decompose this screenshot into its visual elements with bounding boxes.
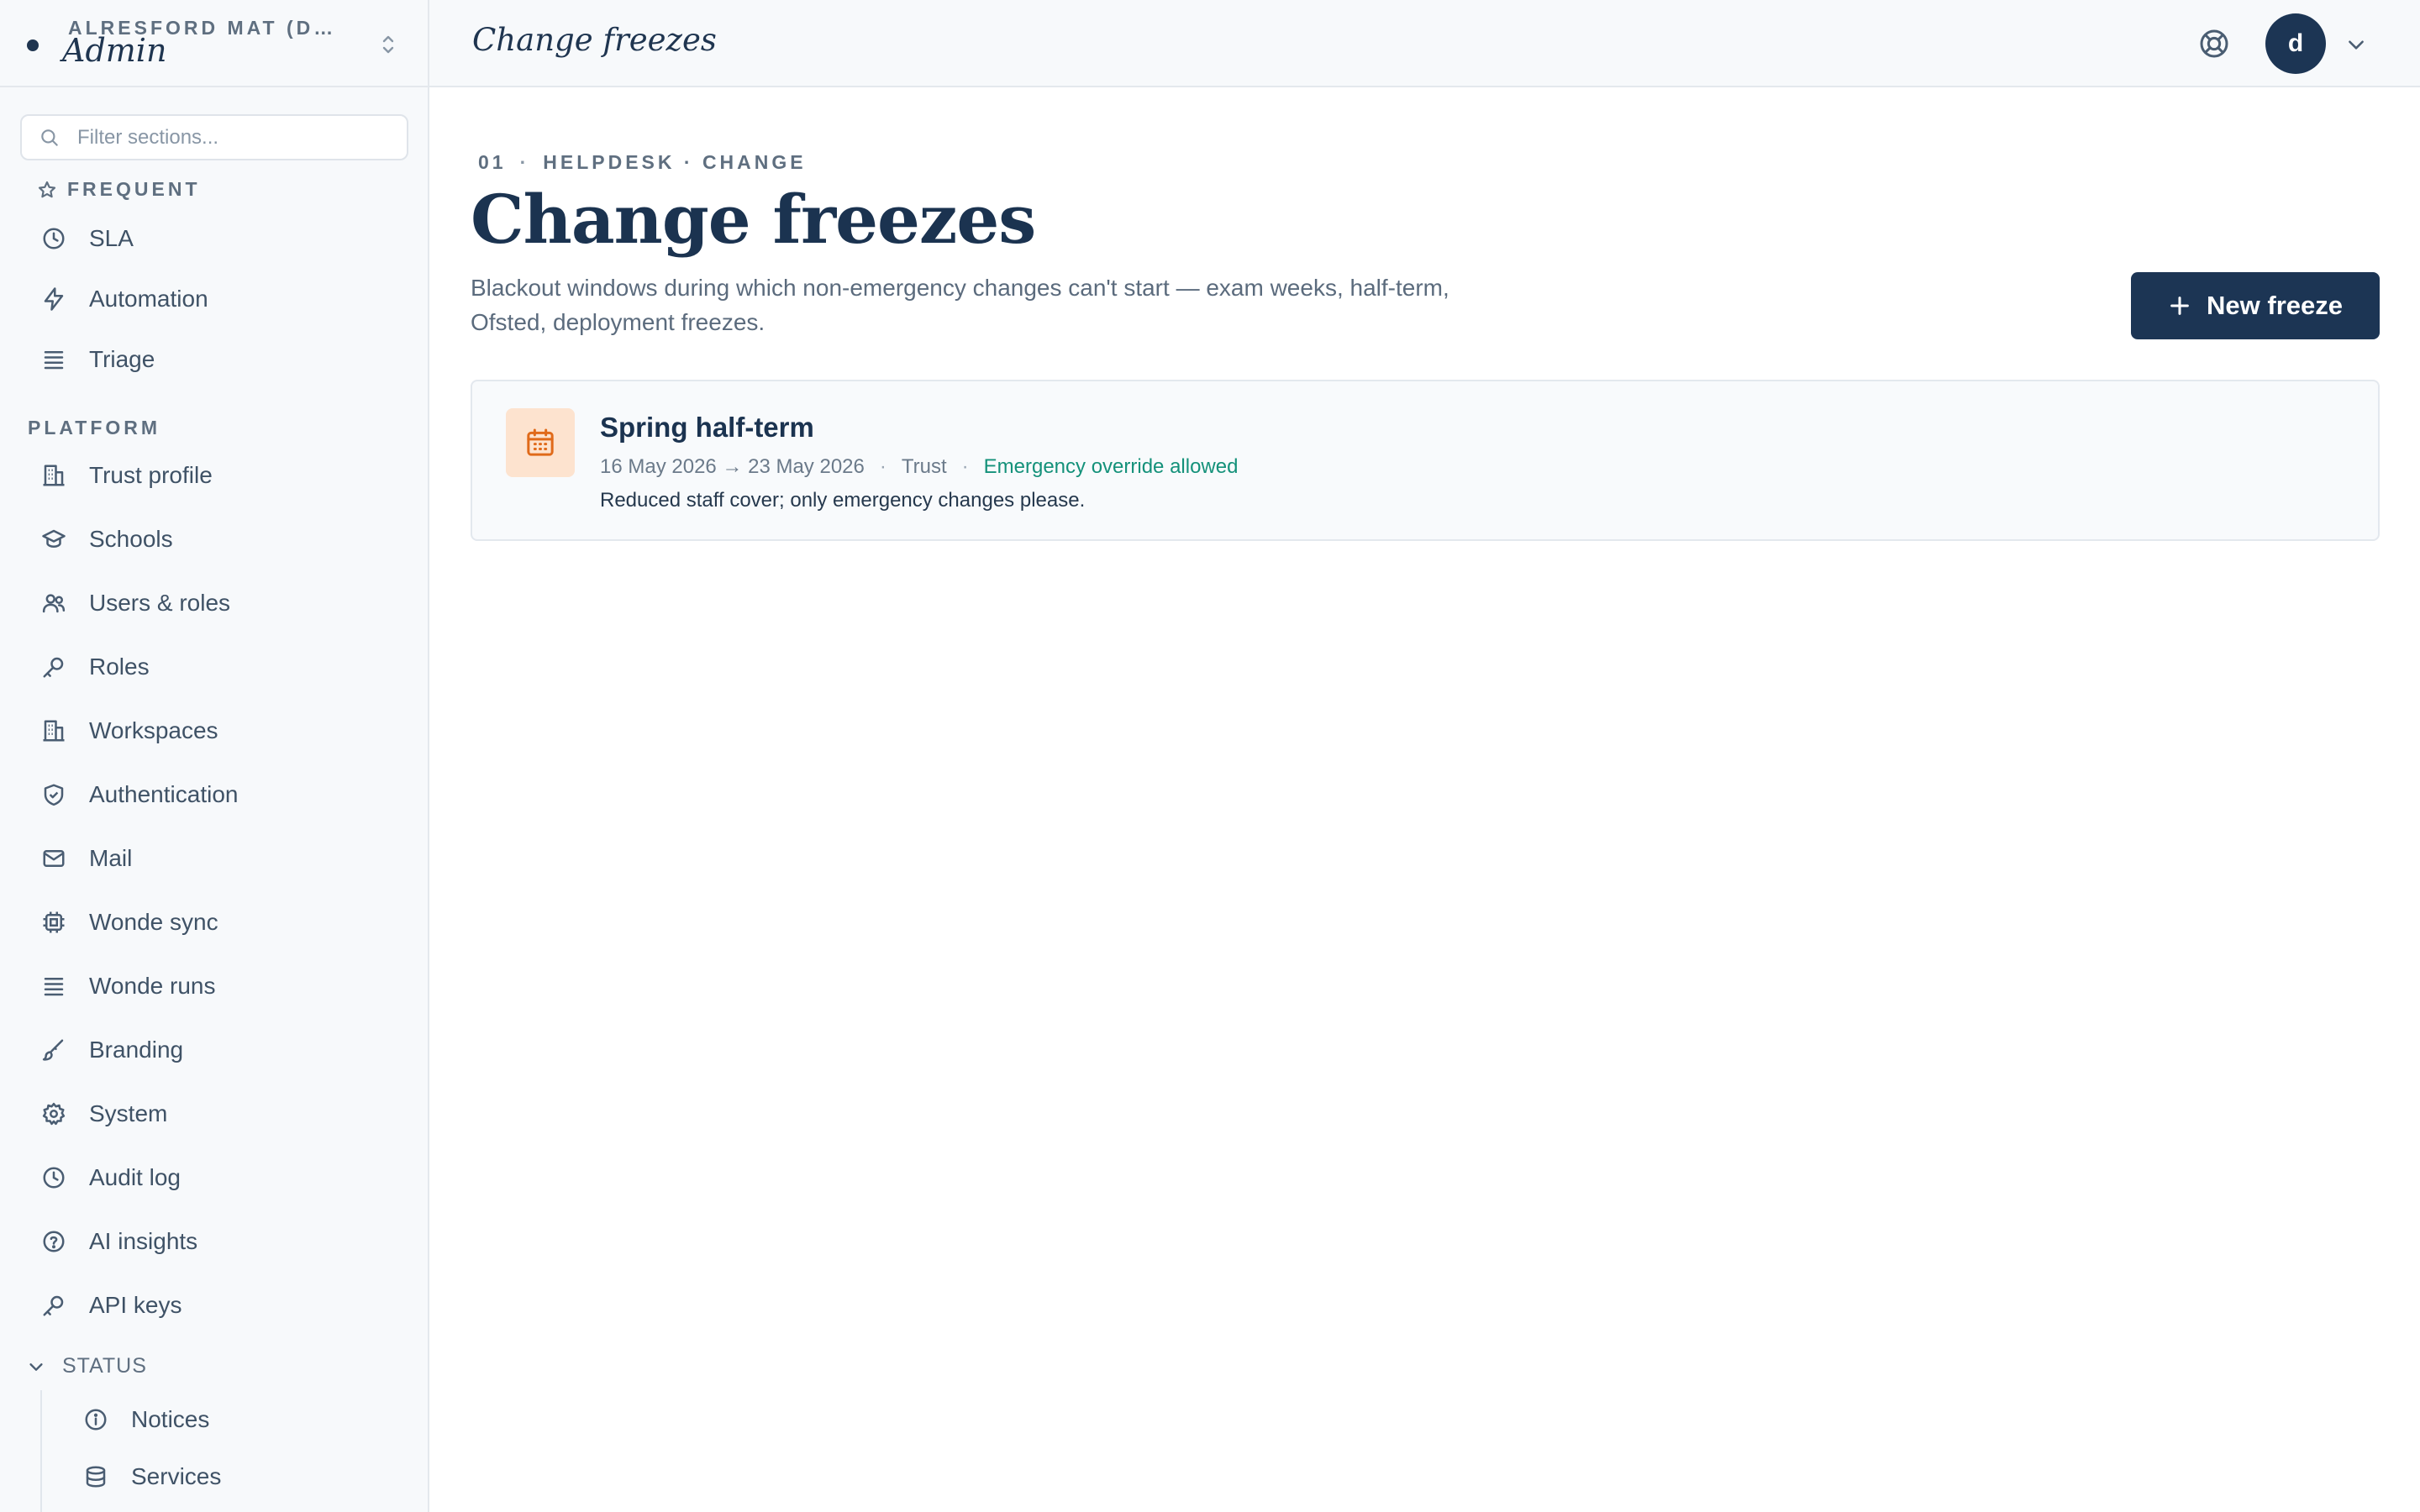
- mail-icon: [39, 843, 69, 874]
- section-frequent: FREQUENT: [37, 178, 201, 201]
- section-status-toggle[interactable]: STATUS: [27, 1354, 147, 1378]
- status-tree-line: [40, 1390, 42, 1512]
- search-icon: [39, 127, 77, 149]
- sidebar-item-label: Workspaces: [89, 717, 218, 743]
- sidebar-item-wonde-sync[interactable]: Wonde sync: [20, 897, 408, 948]
- sidebar-item-ai-insights[interactable]: AI insights: [20, 1216, 408, 1267]
- sidebar-item-triage[interactable]: Triage: [20, 334, 408, 385]
- brush-icon: [39, 1035, 69, 1065]
- section-platform-label: PLATFORM: [28, 417, 161, 438]
- new-freeze-label: New freeze: [2207, 291, 2343, 320]
- new-freeze-button[interactable]: New freeze: [2131, 272, 2380, 339]
- sidebar-item-workspaces[interactable]: Workspaces: [20, 706, 408, 756]
- breadcrumb-path: HELPDESK · CHANGE: [543, 151, 807, 173]
- sidebar-item-label: Authentication: [89, 781, 239, 807]
- filter-sections: [20, 114, 408, 160]
- freeze-override-status: Emergency override allowed: [983, 455, 1239, 478]
- database-icon: [81, 1462, 111, 1492]
- lightning-icon: [39, 284, 69, 314]
- building-icon: [39, 460, 69, 491]
- top-bar: Change freezes d: [429, 0, 2420, 87]
- freeze-meta: 16 May 2026 → 23 May 2026 · Trust · Emergenc…: [600, 455, 1239, 478]
- topbar-title: Change freezes: [472, 22, 717, 58]
- sidebar-item-label: Wonde sync: [89, 909, 218, 935]
- avatar[interactable]: d: [2265, 13, 2326, 74]
- sidebar-item-label: Mail: [89, 845, 133, 871]
- freeze-dates: 16 May 2026 → 23 May 2026: [600, 455, 865, 478]
- layers-icon: [39, 344, 69, 375]
- chip-icon: [39, 907, 69, 937]
- sidebar-item-notices[interactable]: Notices: [62, 1394, 408, 1445]
- plus-icon: [2168, 294, 2207, 318]
- sidebar-item-api-keys[interactable]: API keys: [20, 1280, 408, 1331]
- users-icon: [39, 588, 69, 618]
- gear-icon: [39, 1099, 69, 1129]
- sidebar-item-label: System: [89, 1100, 168, 1126]
- key-icon: [39, 652, 69, 682]
- sidebar-item-label: AI insights: [89, 1228, 198, 1254]
- sidebar-item-roles[interactable]: Roles: [20, 642, 408, 692]
- sidebar-item-label: Triage: [89, 346, 155, 372]
- chevron-down-icon: [27, 1357, 45, 1376]
- breadcrumb: 01 · HELPDESK · CHANGE: [478, 151, 807, 173]
- sidebar: ALRESFORD MAT (DEMO) Admin FREQUENT SLA: [0, 0, 429, 1512]
- sidebar-item-label: Services: [131, 1463, 222, 1489]
- sidebar-item-label: Wonde runs: [89, 973, 216, 999]
- help-circle-icon: [39, 1226, 69, 1257]
- freeze-card[interactable]: Spring half-term 16 May 2026 → 23 May 20…: [471, 380, 2380, 541]
- sidebar-item-schools[interactable]: Schools: [20, 514, 408, 564]
- sidebar-item-label: Notices: [131, 1406, 210, 1432]
- page-title: Change freezes: [471, 180, 1036, 259]
- info-icon: [81, 1404, 111, 1435]
- sidebar-item-wonde-runs[interactable]: Wonde runs: [20, 961, 408, 1011]
- building-icon: [39, 716, 69, 746]
- sidebar-item-label: Users & roles: [89, 590, 231, 616]
- star-icon: [37, 180, 57, 200]
- sidebar-item-audit-log[interactable]: Audit log: [20, 1152, 408, 1203]
- sidebar-item-sla[interactable]: SLA: [20, 213, 408, 264]
- clock-icon: [39, 223, 69, 254]
- sidebar-item-branding[interactable]: Branding: [20, 1025, 408, 1075]
- workspace-name: Admin: [62, 32, 167, 69]
- lifebuoy-icon[interactable]: [2197, 27, 2231, 60]
- sidebar-item-label: SLA: [89, 225, 134, 251]
- section-platform: PLATFORM: [28, 417, 160, 439]
- filter-sections-input[interactable]: [77, 125, 397, 150]
- section-number: 01: [478, 151, 507, 173]
- calendar-icon: [506, 408, 575, 477]
- sidebar-item-label: Audit log: [89, 1164, 181, 1190]
- sidebar-item-authentication[interactable]: Authentication: [20, 769, 408, 820]
- sidebar-item-label: Branding: [89, 1037, 184, 1063]
- graduation-cap-icon: [39, 524, 69, 554]
- sidebar-item-label: Schools: [89, 526, 173, 552]
- chevron-up-down-icon: [380, 32, 397, 57]
- sidebar-item-label: Roles: [89, 654, 150, 680]
- sidebar-item-label: Automation: [89, 286, 208, 312]
- chevron-down-icon[interactable]: [2345, 34, 2367, 55]
- section-frequent-label: FREQUENT: [67, 178, 201, 200]
- sidebar-item-label: API keys: [89, 1292, 182, 1318]
- layers-icon: [39, 971, 69, 1001]
- workspace-switcher[interactable]: ALRESFORD MAT (DEMO) Admin: [0, 0, 428, 87]
- freeze-note: Reduced staff cover; only emergency chan…: [600, 489, 1086, 512]
- workspace-status-dot: [27, 39, 39, 51]
- sidebar-item-automation[interactable]: Automation: [20, 274, 408, 324]
- section-status-label: STATUS: [62, 1354, 147, 1378]
- sidebar-item-mail[interactable]: Mail: [20, 833, 408, 884]
- freeze-scope: Trust: [901, 455, 947, 478]
- sidebar-item-services[interactable]: Services: [62, 1452, 408, 1502]
- freeze-title: Spring half-term: [600, 412, 814, 443]
- sidebar-item-trust-profile[interactable]: Trust profile: [20, 450, 408, 501]
- sidebar-item-system[interactable]: System: [20, 1089, 408, 1139]
- sidebar-item-label: Trust profile: [89, 462, 213, 488]
- clock-icon: [39, 1163, 69, 1193]
- key-icon: [39, 1290, 69, 1320]
- shield-check-icon: [39, 780, 69, 810]
- sidebar-item-users-roles[interactable]: Users & roles: [20, 578, 408, 628]
- page-description: Blackout windows during which non-emerge…: [471, 275, 1449, 335]
